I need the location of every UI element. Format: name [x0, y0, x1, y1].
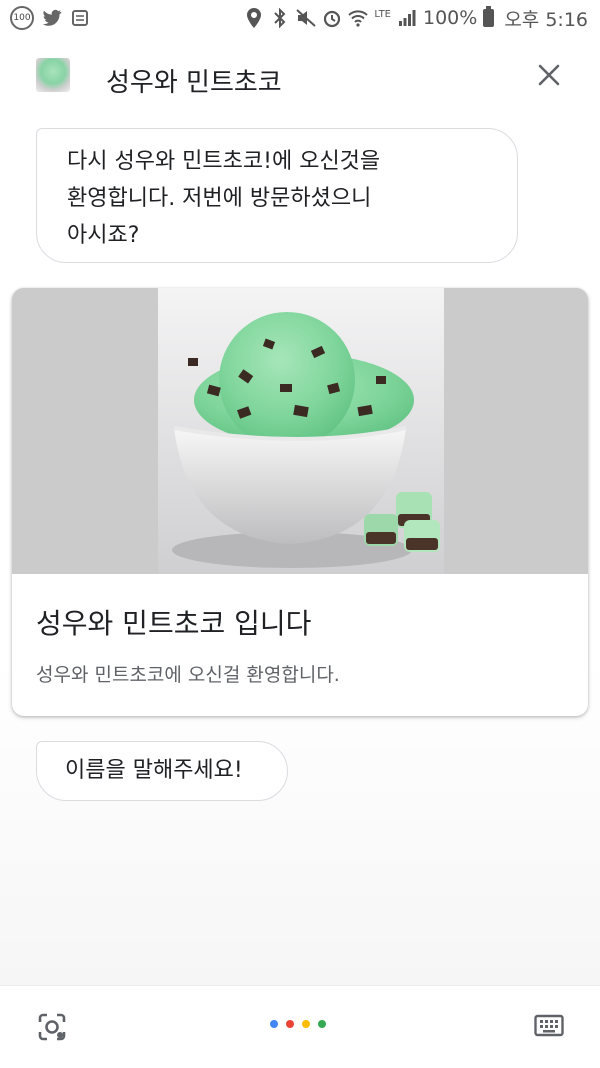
signal-icon: [397, 8, 417, 28]
status-right: LTE 100% 오후 5:16: [244, 5, 600, 32]
bottom-bar: [0, 985, 600, 1068]
prompt-text: 이름을 말해주세요!: [65, 758, 243, 783]
blue-dot: [270, 1020, 278, 1028]
lens-button[interactable]: [36, 1011, 68, 1043]
message-line: 환영합니다. 저번에 방문하셨으니: [67, 186, 372, 211]
yellow-dot: [302, 1020, 310, 1028]
notification-count-badge: 100: [10, 6, 34, 30]
wifi-icon: [348, 8, 369, 28]
assistant-message-bubble: 다시 성우와 민트초코!에 오신것을 환영합니다. 저번에 방문하셨으니 아시죠…: [36, 128, 518, 263]
mute-icon: [296, 8, 317, 28]
close-button[interactable]: [534, 60, 564, 90]
location-icon: [244, 8, 264, 28]
assistant-prompt-bubble: 이름을 말해주세요!: [36, 741, 288, 801]
note-icon: [70, 8, 90, 28]
message-line: 아시죠?: [67, 223, 140, 248]
status-left: 100: [0, 6, 90, 30]
green-dot: [318, 1020, 326, 1028]
close-icon: [538, 64, 560, 86]
status-bar: 100 LTE 100% 오후 5:16: [0, 0, 600, 36]
battery-percent: 100%: [423, 7, 478, 29]
card-image: [12, 288, 588, 574]
twitter-icon: [42, 8, 62, 28]
battery-icon: [483, 6, 495, 27]
message-line: 다시 성우와 민트초코!에 오신것을: [67, 149, 381, 174]
bluetooth-icon: [270, 8, 290, 28]
network-type-label: LTE: [374, 8, 391, 20]
red-dot: [286, 1020, 294, 1028]
card-title: 성우와 민트초코 입니다: [36, 607, 312, 640]
card-subtitle: 성우와 민트초코에 오신걸 환영합니다.: [36, 664, 340, 686]
alarm-icon: [322, 8, 342, 28]
basic-card[interactable]: 성우와 민트초코 입니다 성우와 민트초코에 오신걸 환영합니다.: [12, 288, 588, 716]
mint-chocolate-ice-cream-image: [12, 288, 588, 574]
app-avatar: [36, 58, 70, 92]
assistant-dots[interactable]: [270, 1020, 326, 1028]
app-header: 성우와 민트초코: [0, 50, 600, 104]
app-title: 성우와 민트초코: [106, 68, 282, 98]
keyboard-button[interactable]: [534, 1014, 564, 1038]
lens-icon: [38, 1013, 66, 1041]
keyboard-icon: [534, 1014, 564, 1037]
clock: 오후 5:16: [504, 8, 588, 31]
